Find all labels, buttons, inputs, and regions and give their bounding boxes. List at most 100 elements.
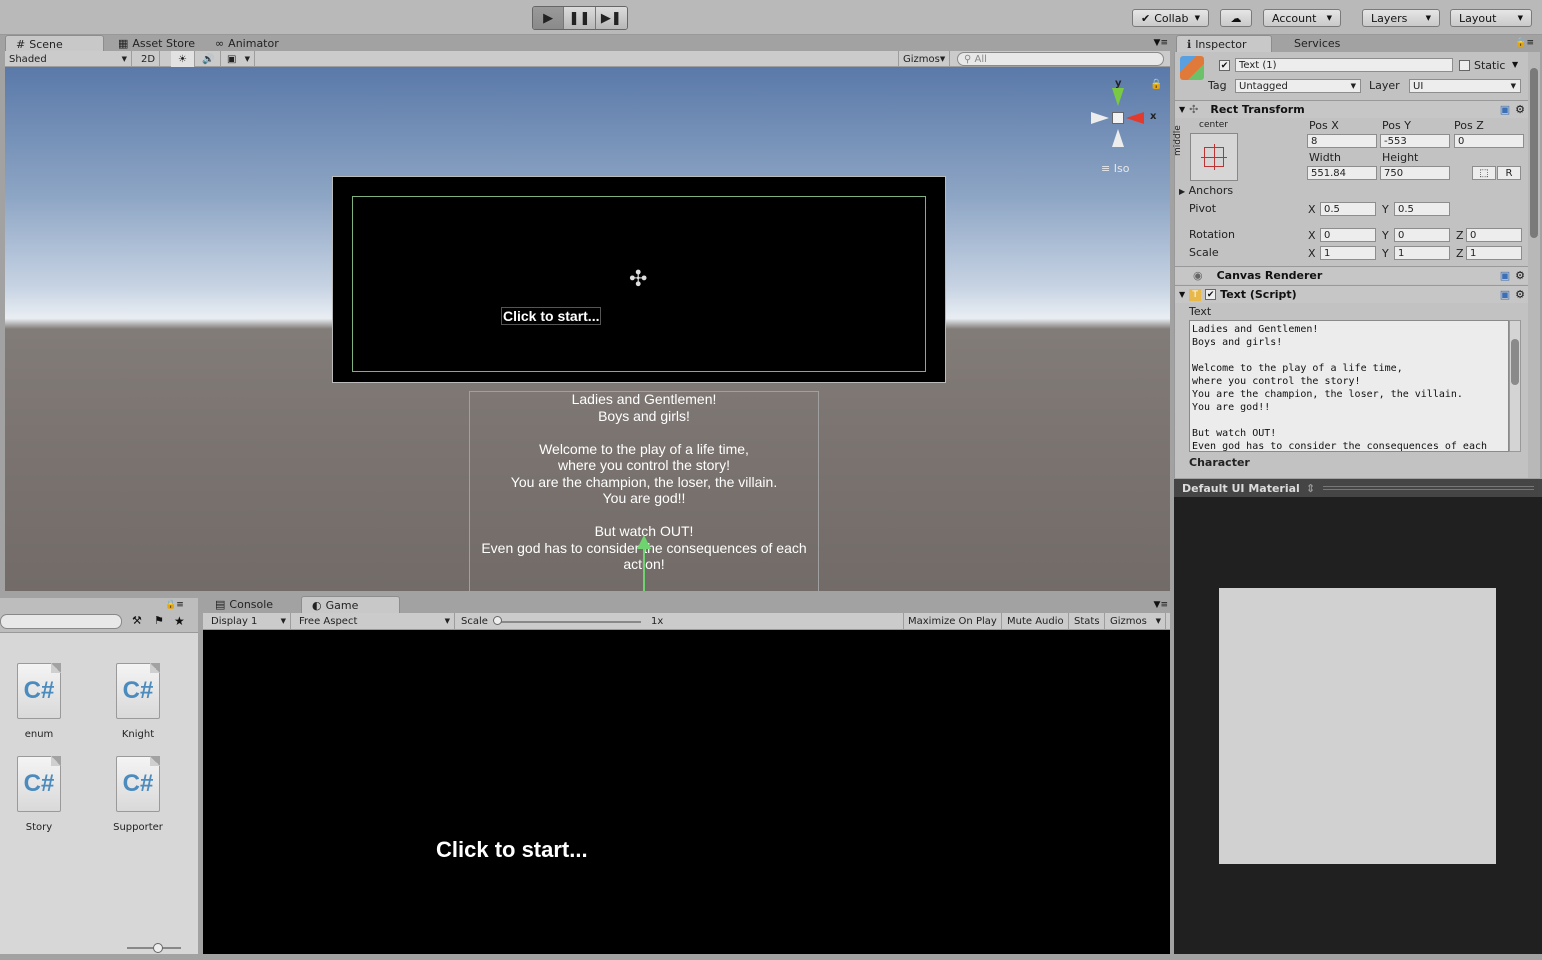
pivot-x-field[interactable]: 0.5 xyxy=(1320,202,1376,216)
panel-lock-icon[interactable]: 🔒≡ xyxy=(1515,38,1534,48)
icon-size-slider-thumb[interactable] xyxy=(153,943,163,953)
tab-services[interactable]: Services xyxy=(1284,35,1350,52)
panel-lock-icon[interactable]: 🔒≡ xyxy=(165,600,184,610)
rotation-x-field[interactable]: 0 xyxy=(1320,228,1376,242)
maximize-on-play-toggle[interactable]: Maximize On Play xyxy=(903,613,1002,629)
canvas-renderer-header[interactable]: ◉ Canvas Renderer ▣ ⚙ xyxy=(1175,266,1529,284)
projection-toggle[interactable]: ≡ Iso xyxy=(1101,162,1129,175)
width-field[interactable]: 551.84 xyxy=(1307,166,1377,180)
mute-audio-toggle[interactable]: Mute Audio xyxy=(1003,613,1069,629)
scene-search-input[interactable]: ⚲ All xyxy=(957,52,1164,66)
anchor-presets-button[interactable] xyxy=(1190,133,1238,181)
scene-start-button[interactable]: Click to start... xyxy=(501,307,602,325)
gear-icon[interactable]: ⚙ xyxy=(1515,288,1525,301)
lighting-toggle[interactable]: ☀ xyxy=(171,51,195,67)
scale-x-field[interactable]: 1 xyxy=(1320,246,1376,260)
display-dropdown[interactable]: Display 1 ▼ xyxy=(207,613,291,629)
layers-dropdown[interactable]: Layers ▼ xyxy=(1362,9,1440,27)
asset-story[interactable]: C# Story xyxy=(9,756,69,833)
gizmo-lock-icon[interactable]: 🔒 xyxy=(1150,79,1162,90)
help-book-icon[interactable]: ▣ xyxy=(1500,288,1510,301)
blueprint-mode-button[interactable]: ⬚ xyxy=(1472,166,1496,180)
scene-viewport[interactable]: Click to start... ✣ Ladies and Gentlemen… xyxy=(5,67,1170,591)
filter-label-icon[interactable]: ⚑ xyxy=(154,614,164,627)
preview-header[interactable]: Default UI Material ⇕ xyxy=(1174,479,1542,497)
2d-toggle[interactable]: 2D xyxy=(137,51,161,67)
pivot-y-field[interactable]: 0.5 xyxy=(1394,202,1450,216)
scale-slider[interactable] xyxy=(495,621,641,623)
tab-asset-store[interactable]: ▦ Asset Store xyxy=(108,35,205,52)
text-scrollbar-thumb[interactable] xyxy=(1511,339,1519,385)
cloud-button[interactable]: ☁ xyxy=(1220,9,1252,27)
gizmo-x-cone-icon[interactable] xyxy=(1126,112,1144,124)
scale-slider-thumb[interactable] xyxy=(493,616,502,625)
tab-animator[interactable]: ∞ Animator xyxy=(205,35,289,52)
gizmo-center-cube-icon[interactable] xyxy=(1112,112,1124,124)
inspector-scrollbar[interactable] xyxy=(1528,52,1540,478)
canvas-rect[interactable]: Click to start... ✣ xyxy=(332,176,946,383)
active-checkbox[interactable]: ✔ xyxy=(1219,60,1230,71)
game-viewport[interactable]: Click to start... xyxy=(203,630,1170,954)
aspect-dropdown[interactable]: Free Aspect ▼ xyxy=(295,613,455,629)
gear-icon[interactable]: ⚙ xyxy=(1515,269,1525,282)
text-scrollbar[interactable] xyxy=(1509,320,1521,452)
account-dropdown[interactable]: Account ▼ xyxy=(1263,9,1341,27)
resize-grip[interactable] xyxy=(1323,486,1534,490)
anchors-foldout[interactable]: ▶ Anchors xyxy=(1179,184,1233,197)
tab-inspector[interactable]: ℹ Inspector xyxy=(1176,35,1272,52)
tab-scene[interactable]: # Scene xyxy=(5,35,104,52)
asset-supporter[interactable]: C# Supporter xyxy=(108,756,168,833)
static-checkbox[interactable] xyxy=(1459,60,1470,71)
gizmo-y-cone-icon[interactable] xyxy=(1112,88,1124,106)
tag-dropdown[interactable]: Untagged ▼ xyxy=(1235,79,1361,93)
stats-toggle[interactable]: Stats xyxy=(1070,613,1105,629)
step-button[interactable]: ▶❚ xyxy=(595,7,627,29)
project-search-input[interactable] xyxy=(0,614,122,629)
pos-x-field[interactable]: 8 xyxy=(1307,134,1377,148)
raw-edit-button[interactable]: R xyxy=(1497,166,1521,180)
shading-dropdown[interactable]: Shaded ▼ xyxy=(5,51,132,67)
text-script-header[interactable]: ▼ T ✔ Text (Script) ▣ ⚙ xyxy=(1175,285,1529,303)
asset-knight[interactable]: C# Knight xyxy=(108,663,168,740)
help-book-icon[interactable]: ▣ xyxy=(1500,269,1510,282)
effects-dropdown[interactable]: ▣ ▼ xyxy=(223,51,255,67)
layout-dropdown[interactable]: Layout ▼ xyxy=(1450,9,1532,27)
panel-menu-icon[interactable]: ▼≡ xyxy=(1154,38,1168,48)
pos-y-field[interactable]: -553 xyxy=(1380,134,1450,148)
game-start-button[interactable]: Click to start... xyxy=(436,837,588,863)
gear-icon[interactable]: ⚙ xyxy=(1515,103,1525,116)
scene-gizmos-dropdown[interactable]: Gizmos ▼ xyxy=(898,51,950,67)
collab-button[interactable]: ✔ Collab ▼ xyxy=(1132,9,1209,27)
text-enabled-checkbox[interactable]: ✔ xyxy=(1205,289,1217,300)
rect-transform-header[interactable]: ▼ ✣ Rect Transform ▣ ⚙ xyxy=(1175,100,1529,118)
layer-dropdown[interactable]: UI ▼ xyxy=(1409,79,1521,93)
move-arrow-y-icon[interactable] xyxy=(637,535,651,549)
rotation-z-field[interactable]: 0 xyxy=(1466,228,1522,242)
gizmo-neg-x-cone-icon[interactable] xyxy=(1091,112,1109,124)
height-field[interactable]: 750 xyxy=(1380,166,1450,180)
tab-game[interactable]: ◐ Game xyxy=(301,596,400,613)
text-content-area[interactable]: Ladies and Gentlemen! Boys and girls! We… xyxy=(1189,320,1509,452)
drag-handle-icon[interactable]: ⇕ xyxy=(1306,482,1315,495)
scale-y-field[interactable]: 1 xyxy=(1394,246,1450,260)
pause-button[interactable]: ❚❚ xyxy=(564,7,596,29)
scale-z-field[interactable]: 1 xyxy=(1466,246,1522,260)
gizmo-neg-y-cone-icon[interactable] xyxy=(1112,129,1124,147)
pos-z-label: Pos Z xyxy=(1454,119,1484,132)
rect-tool-center-icon[interactable]: ✣ xyxy=(629,267,647,292)
play-button[interactable]: ▶ xyxy=(533,7,565,29)
panel-menu-icon[interactable]: ▼≡ xyxy=(1154,600,1168,610)
game-gizmos-dropdown[interactable]: Gizmos ▼ xyxy=(1106,613,1166,629)
pos-z-field[interactable]: 0 xyxy=(1454,134,1524,148)
audio-toggle[interactable]: 🔊 xyxy=(197,51,221,67)
object-name-field[interactable]: Text (1) xyxy=(1235,58,1453,72)
inspector-scrollbar-thumb[interactable] xyxy=(1530,68,1538,238)
material-preview[interactable] xyxy=(1174,497,1542,954)
help-book-icon[interactable]: ▣ xyxy=(1500,103,1510,116)
favorite-star-icon[interactable]: ★ xyxy=(174,614,185,628)
chevron-down-icon[interactable]: ▼ xyxy=(1512,60,1518,69)
asset-enum[interactable]: C# enum xyxy=(9,663,69,740)
tab-console[interactable]: ▤ Console xyxy=(205,596,283,613)
filter-type-icon[interactable]: ⚒ xyxy=(132,614,142,627)
rotation-y-field[interactable]: 0 xyxy=(1394,228,1450,242)
